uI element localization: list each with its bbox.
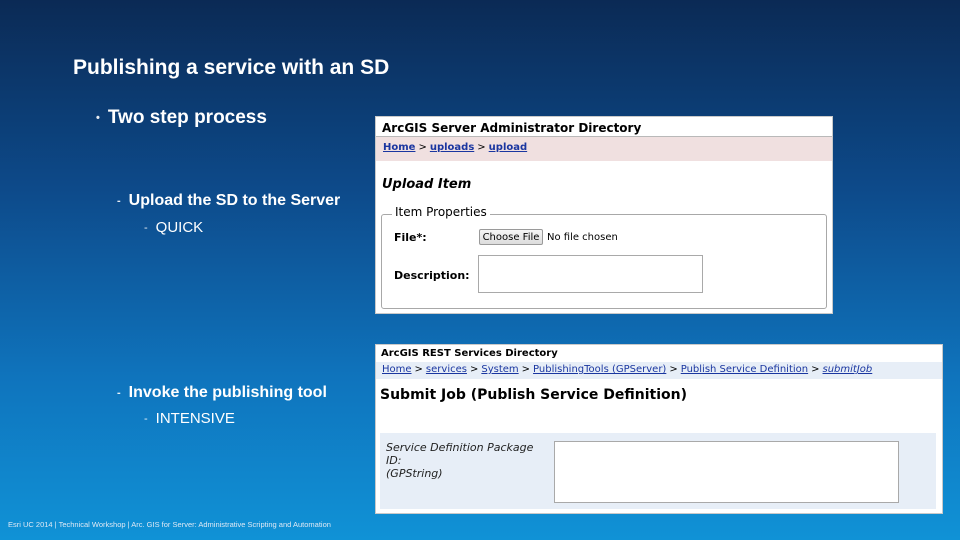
submit-job-screenshot: ArcGIS REST Services Directory Home > serv…: [375, 344, 943, 514]
file-label: File*:: [394, 231, 427, 244]
bullet-step2-note-text: INTENSIVE: [155, 410, 235, 427]
breadcrumb: Home > uploads > upload: [376, 137, 832, 161]
bullet-step2-text: Invoke the publishing tool: [128, 384, 327, 401]
breadcrumb-services[interactable]: services: [426, 364, 467, 375]
admin-directory-header: ArcGIS Server Administrator Directory: [376, 117, 832, 137]
breadcrumb-submitjob[interactable]: submitJob: [823, 364, 873, 375]
bullet-step1: - Upload the SD to the Server: [117, 192, 340, 210]
dash-icon: -: [117, 195, 121, 207]
breadcrumb-publish-service-definition[interactable]: Publish Service Definition: [681, 364, 808, 375]
slide-footer: Esri UC 2014 | Technical Workshop | Arc.…: [8, 520, 331, 529]
bullet-step1-note-text: QUICK: [155, 219, 204, 236]
dash-icon: -: [144, 221, 148, 234]
description-textarea[interactable]: [478, 255, 703, 293]
breadcrumb-publishingtools[interactable]: PublishingTools (GPServer): [533, 364, 666, 375]
file-status: No file chosen: [547, 232, 618, 243]
breadcrumb-uploads[interactable]: uploads: [430, 142, 474, 153]
dash-icon: -: [117, 387, 121, 399]
bullet-step1-note: - QUICK: [144, 219, 203, 236]
upload-item-heading: Upload Item: [382, 177, 472, 192]
slide-title: Publishing a service with an SD: [73, 56, 390, 79]
breadcrumb-home[interactable]: Home: [382, 364, 412, 375]
service-definition-id-textarea[interactable]: [554, 441, 899, 503]
item-properties-fieldset: Item Properties File*: Choose File No fi…: [381, 205, 827, 309]
bullet-dot-icon: •: [96, 112, 100, 124]
parameter-name: Service Definition Package ID:: [386, 441, 534, 467]
upload-item-screenshot: ArcGIS Server Administrator Directory Ho…: [375, 116, 833, 314]
breadcrumb-system[interactable]: System: [481, 364, 518, 375]
submit-job-heading: Submit Job (Publish Service Definition): [380, 387, 687, 403]
bullet-step1-text: Upload the SD to the Server: [128, 192, 341, 209]
breadcrumb-upload[interactable]: upload: [489, 142, 527, 153]
bullet-main-text: Two step process: [107, 107, 267, 128]
breadcrumb-home[interactable]: Home: [383, 142, 415, 153]
rest-directory-header: ArcGIS REST Services Directory: [381, 348, 558, 359]
bullet-step2-note: - INTENSIVE: [144, 410, 235, 427]
breadcrumb: Home > services > System > PublishingTools (GP…: [376, 362, 942, 379]
bullet-step2: - Invoke the publishing tool: [117, 384, 327, 402]
description-label: Description:: [394, 269, 470, 282]
parameter-type: (GPString): [386, 467, 443, 480]
parameter-panel: Service Definition Package ID: (GPString…: [380, 433, 936, 509]
choose-file-button[interactable]: Choose File: [479, 229, 543, 245]
bullet-main: • Two step process: [96, 107, 267, 129]
item-properties-legend: Item Properties: [392, 205, 490, 219]
parameter-label: Service Definition Package ID: (GPString…: [386, 441, 551, 480]
dash-icon: -: [144, 412, 148, 425]
